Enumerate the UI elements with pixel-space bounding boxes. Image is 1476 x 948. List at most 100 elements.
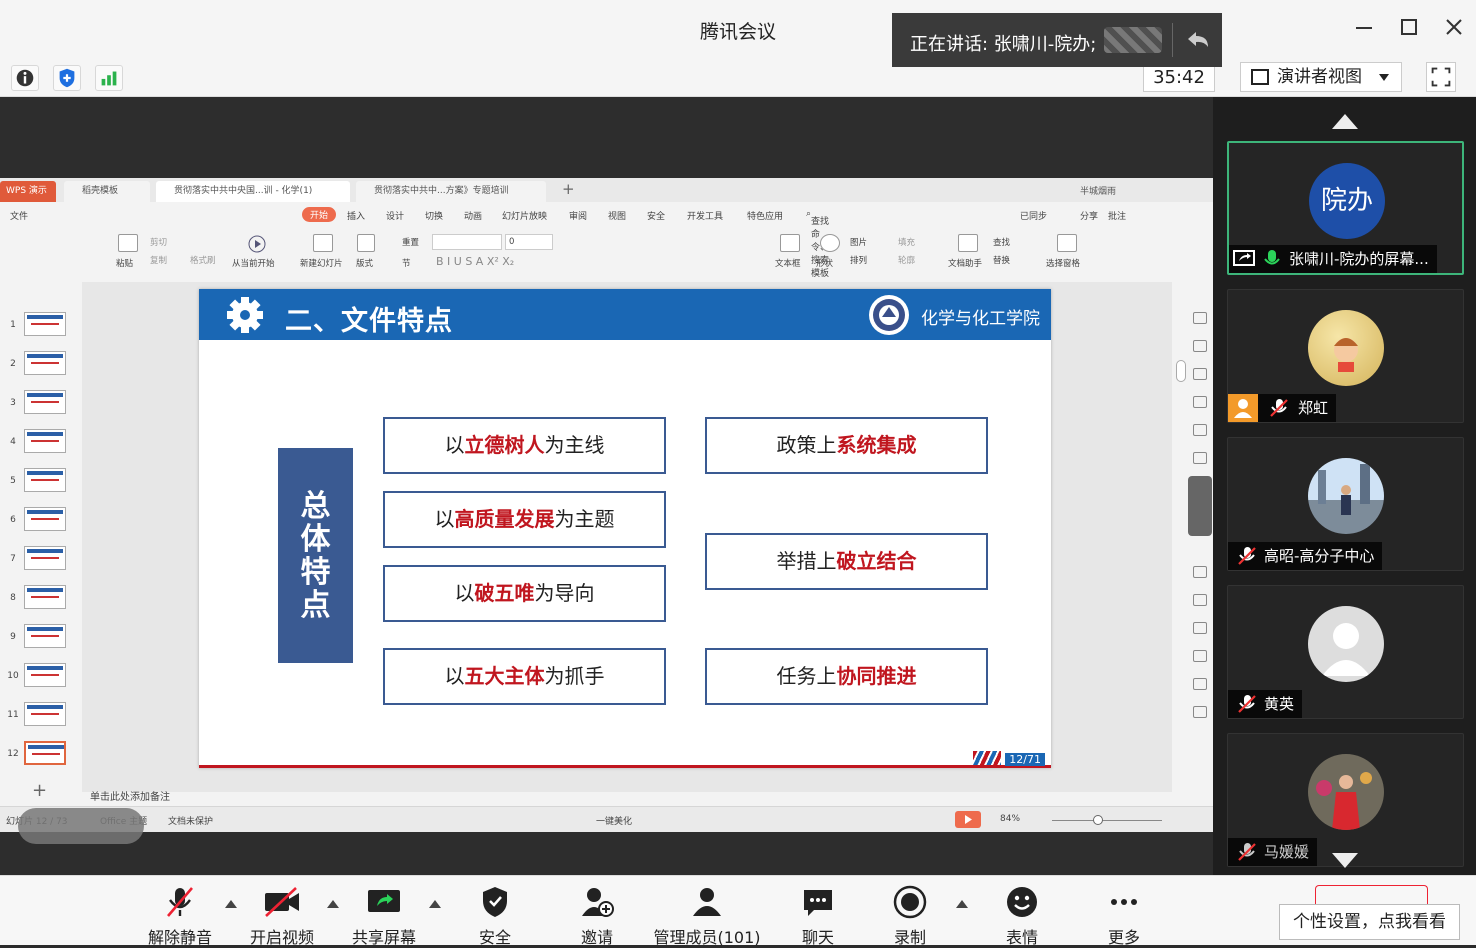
fill-button[interactable]: 填充	[898, 236, 915, 248]
shield-icon[interactable]	[53, 65, 81, 91]
cut-button[interactable]: 剪切	[150, 236, 167, 248]
slide-thumbnail[interactable]	[24, 546, 66, 570]
notes-area[interactable]: 单击此处添加备注	[90, 788, 170, 803]
textbox-icon[interactable]	[780, 234, 800, 252]
comment-menu[interactable]: 批注	[1108, 209, 1126, 222]
select-pane-icon[interactable]	[1057, 234, 1077, 252]
shape-label[interactable]: 形状	[816, 257, 833, 269]
manage-members-button[interactable]: 管理成员(101)	[650, 884, 764, 947]
pane-icon[interactable]	[1193, 678, 1207, 690]
play-icon[interactable]	[247, 234, 267, 254]
record-button[interactable]: 录制	[880, 884, 940, 947]
pane-icon[interactable]	[1193, 650, 1207, 662]
unmute-button[interactable]: 解除静音	[143, 884, 217, 947]
fullscreen-button[interactable]	[1426, 62, 1456, 92]
tab-document-1[interactable]: 贯彻落实中共中央国...训 - 化学(1)	[156, 181, 350, 202]
participant-tile[interactable]: 郑虹	[1227, 289, 1464, 423]
doc-assistant-label[interactable]: 文档助手	[948, 257, 982, 269]
add-slide-icon[interactable]: +	[32, 780, 47, 801]
menu-home[interactable]: 开始	[302, 207, 337, 222]
signal-icon[interactable]	[95, 65, 123, 91]
copy-button[interactable]: 复制	[150, 254, 167, 266]
view-mode-dropdown[interactable]: 演讲者视图	[1240, 62, 1402, 92]
picture-button[interactable]: 图片	[850, 236, 867, 248]
slide-thumbnail[interactable]	[24, 624, 66, 648]
menu-features[interactable]: 特色应用	[747, 209, 783, 222]
layout-label[interactable]: 版式	[356, 257, 373, 269]
protection-status[interactable]: 文档未保护	[168, 814, 213, 827]
invite-button[interactable]: 邀请	[567, 884, 627, 947]
settings-highlight[interactable]	[1315, 885, 1428, 905]
select-pane-label[interactable]: 选择窗格	[1046, 257, 1080, 269]
section-label[interactable]: 节	[402, 257, 411, 269]
share-screen-button[interactable]: 共享屏幕	[347, 884, 421, 947]
menu-review[interactable]: 审阅	[569, 209, 587, 222]
menu-view[interactable]: 视图	[608, 209, 626, 222]
menu-file[interactable]: 文件	[10, 209, 28, 222]
slide-thumbnail[interactable]	[24, 585, 66, 609]
tab-document-2[interactable]: 贯彻落实中共中...方案》专题培训	[356, 181, 546, 202]
pane-icon[interactable]	[1193, 706, 1207, 718]
account-name[interactable]: 半城烟雨	[1080, 184, 1116, 197]
chevron-up-icon[interactable]	[429, 900, 441, 908]
shape-icon[interactable]	[820, 234, 840, 252]
scroll-up-icon[interactable]	[1332, 114, 1358, 129]
new-tab-icon[interactable]: +	[562, 180, 575, 198]
pane-icon[interactable]	[1193, 312, 1207, 324]
video-button[interactable]: 开启视频	[245, 884, 319, 947]
slide-thumbnail[interactable]	[24, 507, 66, 531]
slide-thumbnail[interactable]	[24, 702, 66, 726]
zoom-slider-thumb[interactable]	[1093, 815, 1103, 825]
menu-design[interactable]: 设计	[386, 209, 404, 222]
menu-slideshow[interactable]: 幻灯片放映	[502, 209, 547, 222]
arrange-button[interactable]: 排列	[850, 254, 867, 266]
slide-thumbnail[interactable]	[24, 429, 66, 453]
textbox-label[interactable]: 文本框	[775, 257, 801, 269]
pane-icon[interactable]	[1193, 424, 1207, 436]
floating-control-pill[interactable]	[18, 808, 144, 844]
share-menu[interactable]: 分享	[1080, 209, 1098, 222]
beautify-button[interactable]: 一键美化	[596, 814, 632, 827]
new-slide-icon[interactable]	[313, 234, 333, 252]
menu-animation[interactable]: 动画	[464, 209, 482, 222]
menu-developer[interactable]: 开发工具	[687, 209, 723, 222]
pane-icon[interactable]	[1193, 566, 1207, 578]
pane-icon[interactable]	[1193, 368, 1207, 380]
pane-icon[interactable]	[1193, 340, 1207, 352]
font-name-input[interactable]	[432, 234, 502, 250]
pane-icon[interactable]	[1193, 396, 1207, 408]
slide-thumbnail-selected[interactable]	[24, 741, 66, 765]
reset-button[interactable]: 重置	[402, 236, 419, 248]
close-icon[interactable]	[1443, 16, 1465, 38]
scroll-down-icon[interactable]	[1332, 853, 1358, 868]
replace-button[interactable]: 替换	[993, 254, 1010, 266]
menu-insert[interactable]: 插入	[347, 209, 365, 222]
menu-transition[interactable]: 切换	[425, 209, 443, 222]
sync-status[interactable]: 已同步	[1020, 209, 1047, 222]
new-slide-label[interactable]: 新建幻灯片	[300, 257, 343, 269]
chevron-up-icon[interactable]	[956, 900, 968, 908]
slide-thumbnail[interactable]	[24, 663, 66, 687]
pane-icon[interactable]	[1193, 452, 1207, 464]
slide-thumbnail[interactable]	[24, 351, 66, 375]
reaction-button[interactable]: 表情	[992, 884, 1052, 947]
search-command[interactable]: ⌕ 查找命令、搜索模板	[806, 209, 829, 279]
chat-button[interactable]: 聊天	[788, 884, 848, 947]
zoom-slider[interactable]	[1052, 820, 1162, 821]
from-current-label[interactable]: 从当前开始	[232, 257, 275, 269]
info-icon[interactable]	[11, 65, 39, 91]
security-button[interactable]: 安全	[465, 884, 525, 947]
font-size-input[interactable]: 0	[505, 234, 553, 250]
slide-thumbnail[interactable]	[24, 468, 66, 492]
wps-brand-tab[interactable]: WPS 演示	[0, 181, 56, 202]
text-style-buttons[interactable]: B I U S A X² X₂	[436, 255, 514, 268]
menu-security[interactable]: 安全	[647, 209, 665, 222]
chevron-up-icon[interactable]	[327, 900, 339, 908]
slideshow-play-button[interactable]	[955, 811, 981, 828]
tab-template[interactable]: 稻壳模板	[64, 181, 150, 202]
more-button[interactable]: 更多	[1094, 884, 1154, 947]
outline-button[interactable]: 轮廓	[898, 254, 915, 266]
return-icon[interactable]	[1184, 27, 1212, 51]
paste-icon[interactable]	[118, 234, 138, 252]
vertical-scrollbar[interactable]	[1176, 288, 1186, 778]
